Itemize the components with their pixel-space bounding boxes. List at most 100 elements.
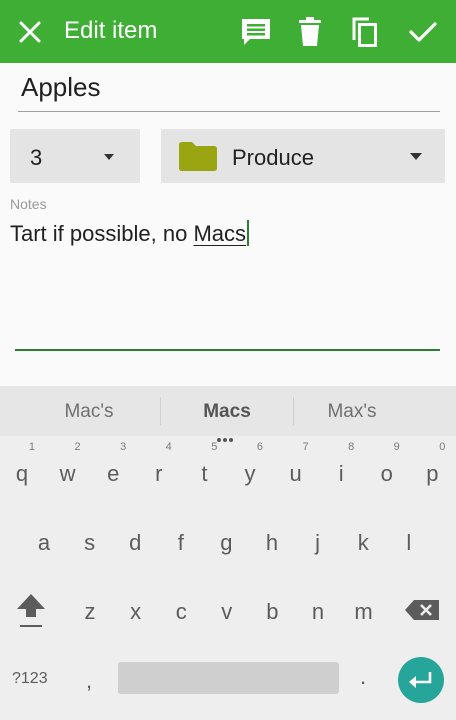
key-hint: 0 xyxy=(439,441,446,453)
notes-label: Notes xyxy=(10,196,47,212)
notes-underline xyxy=(15,349,440,351)
key-label: m xyxy=(354,599,373,624)
key-g[interactable]: g xyxy=(203,522,249,582)
key-k[interactable]: k xyxy=(340,522,386,582)
key-label: b xyxy=(266,599,279,624)
save-button[interactable] xyxy=(403,12,443,52)
key-r[interactable]: 4r xyxy=(136,441,182,513)
key-label: i xyxy=(338,461,344,486)
folder-icon xyxy=(179,142,217,171)
key-b[interactable]: b xyxy=(249,591,295,651)
space-key[interactable] xyxy=(118,662,339,694)
key-label: h xyxy=(265,530,279,555)
key-hint: 2 xyxy=(74,441,81,453)
period-key[interactable]: . xyxy=(360,664,366,690)
category-dropdown[interactable]: Produce xyxy=(161,129,445,183)
key-label: w xyxy=(59,461,76,486)
key-label: v xyxy=(221,599,233,624)
key-label: e xyxy=(107,461,120,486)
comma-key[interactable]: , xyxy=(86,668,92,694)
symbols-key[interactable]: ?123 xyxy=(12,670,48,688)
category-value: Produce xyxy=(232,145,314,170)
note-button[interactable] xyxy=(236,12,276,52)
enter-key[interactable] xyxy=(398,657,444,703)
page-title: Edit item xyxy=(64,17,158,44)
key-v[interactable]: v xyxy=(204,591,250,651)
item-name-field[interactable]: Apples xyxy=(18,68,440,112)
duplicate-button[interactable] xyxy=(344,12,384,52)
key-s[interactable]: s xyxy=(67,522,113,582)
key-hint: 5 xyxy=(211,441,218,453)
key-label: n xyxy=(311,599,325,624)
key-o[interactable]: 9o xyxy=(364,441,410,513)
key-label: o xyxy=(380,461,393,486)
key-z[interactable]: z xyxy=(67,591,113,651)
key-label: g xyxy=(220,530,233,555)
suggestion-strip: Mac's Macs Max's xyxy=(0,386,456,442)
check-icon xyxy=(409,22,437,42)
close-button[interactable] xyxy=(12,14,48,50)
key-t[interactable]: 5t xyxy=(181,441,227,513)
key-label: u xyxy=(289,461,302,486)
chevron-down-icon xyxy=(104,154,114,160)
shift-key[interactable] xyxy=(8,579,54,639)
key-n[interactable]: n xyxy=(295,591,341,651)
shift-icon xyxy=(17,594,45,627)
key-label: y xyxy=(244,461,256,486)
key-q[interactable]: 1q xyxy=(0,441,45,513)
key-label: l xyxy=(406,530,412,555)
suggestion[interactable]: Max's xyxy=(282,401,422,423)
key-u[interactable]: 7u xyxy=(273,441,319,513)
key-j[interactable]: j xyxy=(295,522,341,582)
enter-icon xyxy=(409,672,432,688)
key-label: r xyxy=(155,461,163,486)
key-label: c xyxy=(175,599,187,624)
key-label: x xyxy=(130,599,142,624)
suggestion[interactable]: Mac's xyxy=(19,401,159,423)
key-y[interactable]: 6y xyxy=(227,441,273,513)
close-icon xyxy=(19,21,41,43)
notes-current-word: Macs xyxy=(193,221,246,246)
key-l[interactable]: l xyxy=(386,522,432,582)
key-label: z xyxy=(84,599,96,624)
key-hint: 8 xyxy=(348,441,355,453)
key-h[interactable]: h xyxy=(249,522,295,582)
copy-icon xyxy=(352,17,377,47)
key-w[interactable]: 2w xyxy=(45,441,91,513)
key-label: d xyxy=(129,530,142,555)
app-bar: Edit item xyxy=(0,0,456,63)
key-hint: 3 xyxy=(120,441,127,453)
key-d[interactable]: d xyxy=(112,522,158,582)
quantity-dropdown[interactable]: 3 xyxy=(10,129,140,183)
key-hint: 9 xyxy=(393,441,400,453)
key-e[interactable]: 3e xyxy=(90,441,136,513)
key-label: s xyxy=(84,530,96,555)
key-f[interactable]: f xyxy=(158,522,204,582)
delete-icon xyxy=(299,17,321,46)
key-p[interactable]: 0p xyxy=(409,441,455,513)
comment-icon xyxy=(242,19,270,45)
more-suggestions-icon[interactable] xyxy=(216,429,234,447)
delete-button[interactable] xyxy=(290,12,330,52)
notes-text: Tart if possible, no xyxy=(10,221,194,246)
key-m[interactable]: m xyxy=(341,591,387,651)
chevron-down-icon xyxy=(410,153,422,160)
key-hint: 4 xyxy=(165,441,172,453)
key-hint: 1 xyxy=(28,441,35,453)
backspace-key[interactable] xyxy=(398,579,444,639)
suggestion-primary[interactable]: Macs xyxy=(157,401,297,423)
text-cursor xyxy=(247,220,249,246)
key-label: a xyxy=(37,530,51,555)
key-a[interactable]: a xyxy=(21,522,67,582)
key-i[interactable]: 8i xyxy=(318,441,364,513)
key-label: p xyxy=(426,461,439,486)
key-label: t xyxy=(201,461,208,486)
key-label: f xyxy=(177,530,184,555)
notes-field[interactable]: Tart if possible, no Macs xyxy=(10,220,249,247)
key-x[interactable]: x xyxy=(113,591,159,651)
key-c[interactable]: c xyxy=(158,591,204,651)
backspace-icon xyxy=(405,600,439,620)
quantity-value: 3 xyxy=(30,145,43,170)
key-label: k xyxy=(357,530,369,555)
key-hint: 6 xyxy=(256,441,263,453)
